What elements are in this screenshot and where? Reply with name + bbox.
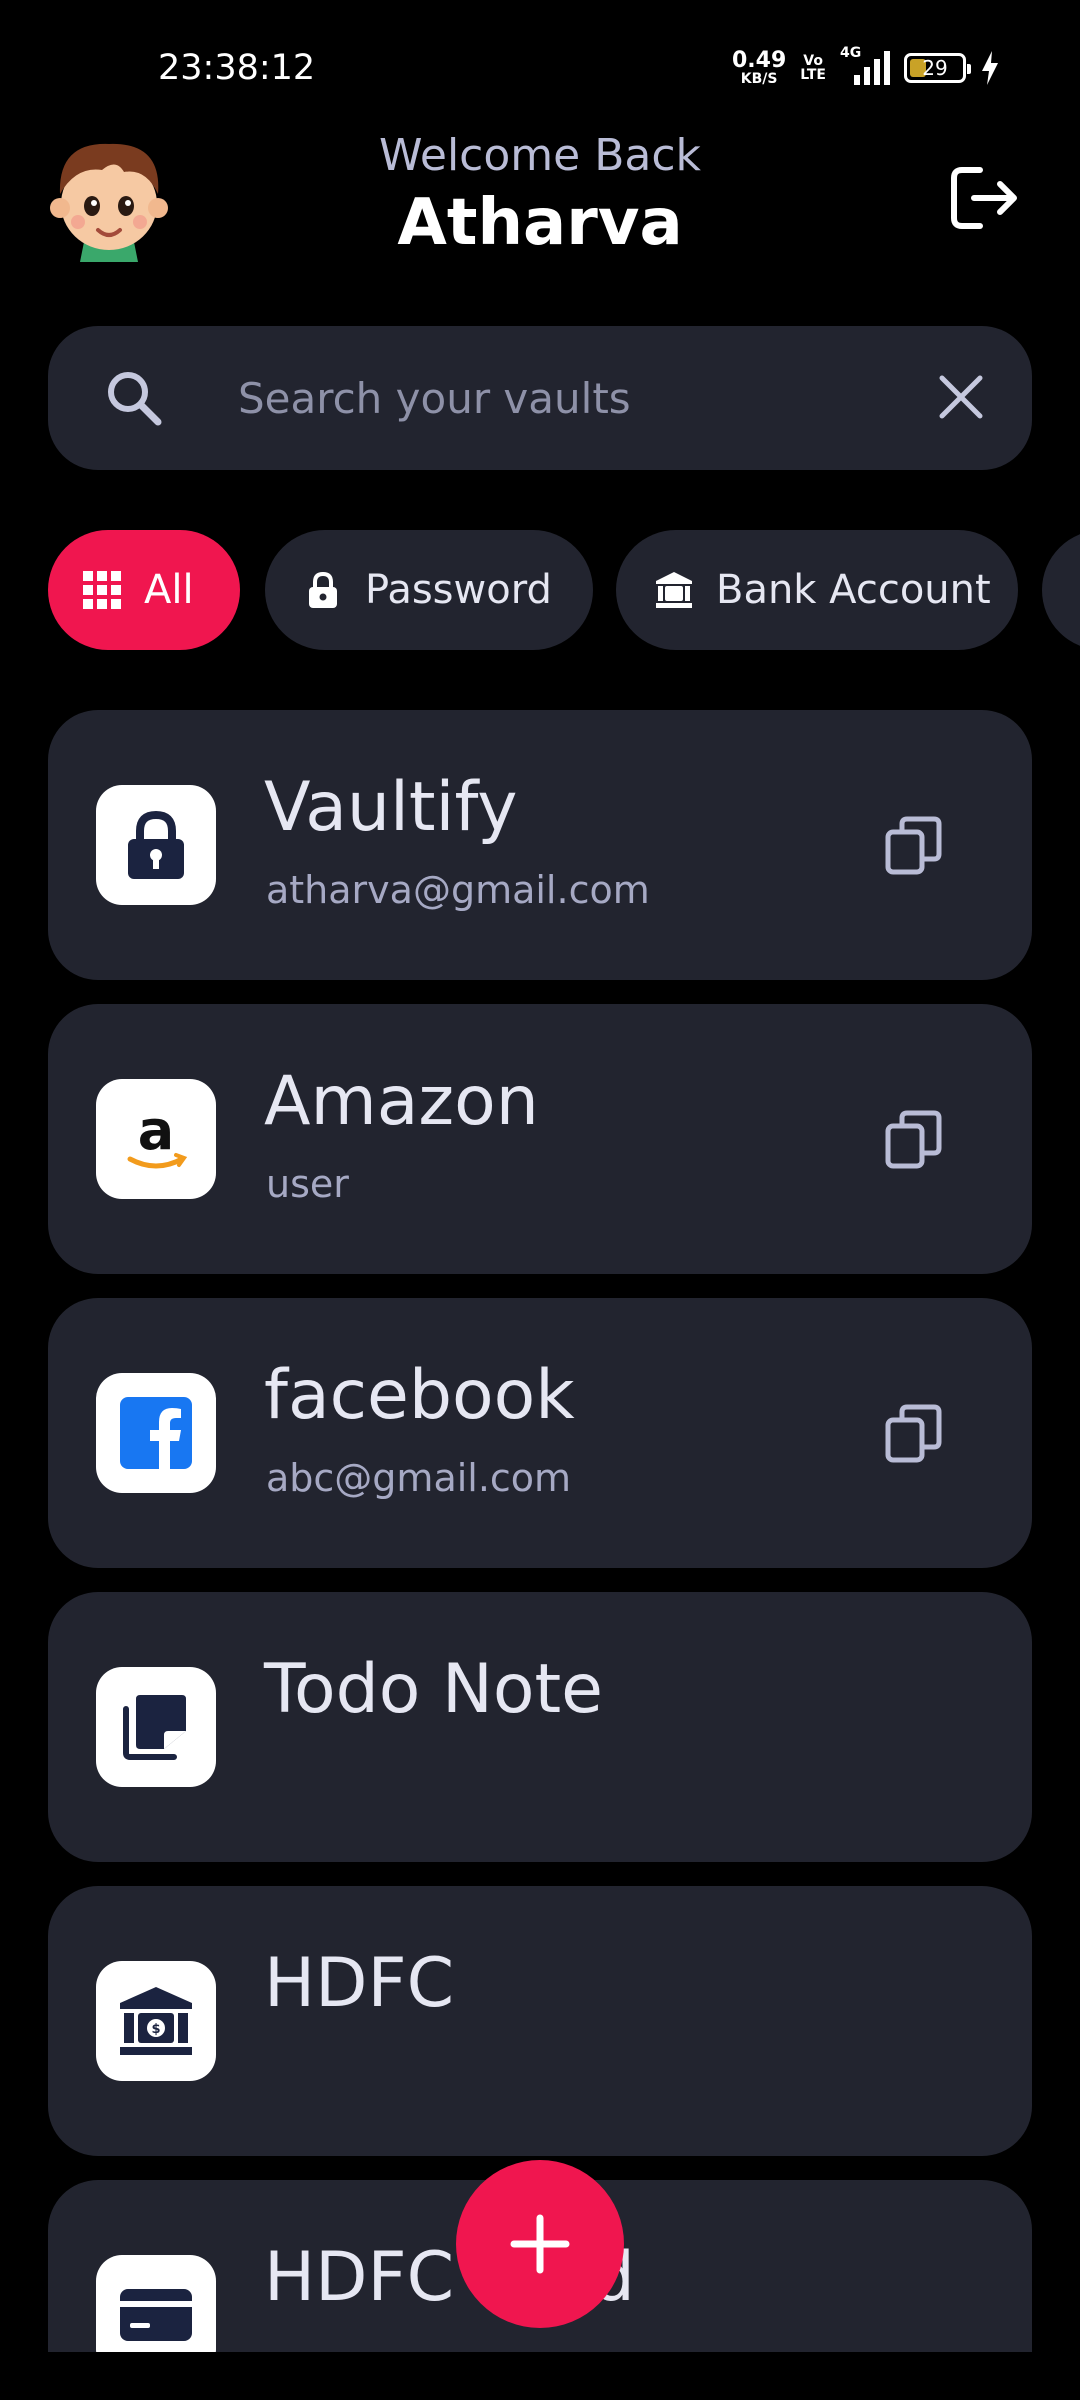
vault-title: Vaultify [264,768,518,847]
copy-icon[interactable] [884,1108,944,1172]
battery-icon: 29 [904,53,971,83]
vault-list: Vaultify atharva@gmail.com a Amazon user [48,710,1032,2352]
plus-icon [510,2214,570,2274]
filter-chip-all[interactable]: All [48,530,240,650]
note-icon [123,1695,186,1760]
vault-icon-tile [96,1373,216,1493]
vault-subtitle: user [266,1162,349,1206]
vault-subtitle: atharva@gmail.com [266,868,650,912]
grid-icon [82,570,122,610]
copy-icon[interactable] [884,1402,944,1466]
copy-icon[interactable] [884,814,944,878]
vault-card[interactable]: $ HDFC [48,1886,1032,2156]
search-input[interactable] [238,366,878,430]
vault-title: HDFC [264,1944,455,2023]
vault-icon-tile [96,785,216,905]
battery-level: 29 [922,56,948,80]
signal-icon: 4G [840,45,890,85]
network-speed-unit: KB/S [740,71,778,87]
filter-chip-more[interactable] [1042,530,1080,650]
vault-icon-tile [96,2255,216,2352]
network-speed: 0.49 KB/S [732,48,787,87]
status-indicators: 0.49 KB/S Vo LTE 4G 29 [732,45,1000,87]
credit-card-icon [120,2289,192,2341]
charging-icon [982,51,998,85]
vault-icon-tile: a [96,1079,216,1199]
vault-card[interactable]: Todo Note [48,1592,1032,1862]
svg-text:$: $ [151,2022,160,2037]
network-type: 4G [840,45,862,61]
vault-title: Amazon [264,1062,539,1141]
filter-chip-password[interactable]: Password [265,530,593,650]
vault-card[interactable]: facebook abc@gmail.com [48,1298,1032,1568]
facebook-logo-icon [120,1397,192,1469]
filter-chip-label: All [144,567,194,613]
vault-icon-tile: $ [96,1961,216,2081]
vault-subtitle: abc@gmail.com [266,1456,572,1500]
status-bar: 23:38:12 0.49 KB/S Vo LTE 4G 29 [0,0,1080,130]
vault-title: facebook [264,1356,575,1435]
filter-chip-label: Password [365,567,552,613]
search-bar [48,326,1032,470]
search-icon [108,372,162,426]
add-vault-button[interactable] [456,2160,624,2328]
volte-bottom: LTE [800,67,826,83]
network-speed-value: 0.49 [732,48,787,73]
vault-title: Todo Note [264,1650,603,1729]
lock-icon [303,570,343,610]
filter-chips: All Password Bank Account [48,530,1080,650]
filter-chip-label: Bank Account [716,567,991,613]
logout-icon[interactable] [944,158,1024,238]
lock-icon [128,810,184,879]
vault-icon-tile [96,1667,216,1787]
status-time: 23:38:12 [158,48,316,88]
close-icon[interactable] [930,366,992,428]
volte-indicator: Vo LTE [800,54,826,82]
username: Atharva [397,186,683,260]
header: Welcome Back Atharva [0,120,1080,280]
vault-card[interactable]: a Amazon user [48,1004,1032,1274]
svg-text:a: a [138,1099,174,1162]
vault-card[interactable]: Vaultify atharva@gmail.com [48,710,1032,980]
welcome-text: Welcome Back [378,130,702,181]
bank-icon [654,570,694,610]
filter-chip-bank-account[interactable]: Bank Account [616,530,1018,650]
amazon-logo-icon: a [127,1099,188,1169]
bank-icon: $ [120,1987,192,2055]
volte-top: Vo [803,53,823,69]
